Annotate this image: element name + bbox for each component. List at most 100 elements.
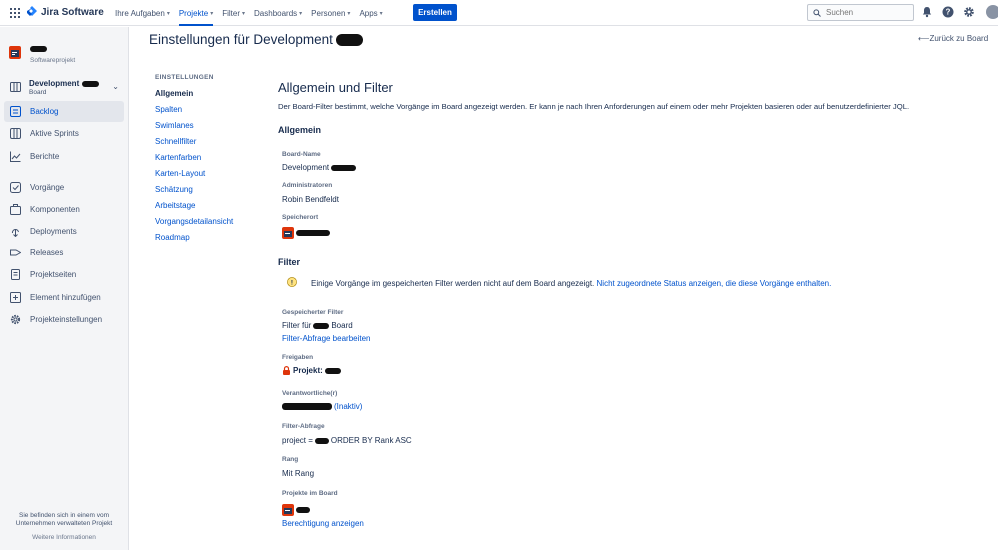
chevron-down-icon: ▾ <box>379 10 383 17</box>
settings-nav-schaetzung[interactable]: Schätzung <box>155 185 193 194</box>
board-name-value[interactable]: Development <box>282 163 357 172</box>
nav-label: Projekte <box>178 8 209 18</box>
nav-filter[interactable]: Filter ▾ <box>222 0 245 26</box>
reports-icon <box>10 151 21 162</box>
sidebar-item-issues[interactable]: Vorgänge <box>4 177 124 198</box>
chevron-down-icon: ⌄ <box>112 82 119 91</box>
rank-value: Mit Rang <box>282 469 315 478</box>
rank-label: Rang <box>282 456 299 463</box>
settings-nav-spalten[interactable]: Spalten <box>155 105 182 114</box>
owner-inactive-text[interactable]: (Inaktiv) <box>334 402 362 411</box>
gear-icon[interactable] <box>963 6 975 18</box>
settings-nav-swimlanes[interactable]: Swimlanes <box>155 121 194 130</box>
arrow-left-icon: ⟵ <box>918 34 930 43</box>
notifications-bell-icon[interactable] <box>921 6 933 18</box>
help-icon[interactable]: ? <box>942 6 954 18</box>
shares-label: Freigaben <box>282 354 314 361</box>
pages-icon <box>11 269 20 280</box>
sidebar-item-label: Deployments <box>30 227 77 236</box>
main-nav: Ihre Aufgaben ▾ Projekte ▾ Filter ▾ Dashboa… <box>115 0 392 26</box>
app-switcher-icon[interactable] <box>10 8 20 18</box>
show-unmapped-status-link[interactable]: Nicht zugeordnete Status anzeigen, die d… <box>597 279 832 288</box>
nav-dashboards[interactable]: Dashboards ▾ <box>254 0 302 26</box>
settings-nav-vorgangsdetailansicht[interactable]: Vorgangsdetailansicht <box>155 217 233 226</box>
sidebar-item-releases[interactable]: Releases <box>4 242 124 263</box>
nav-personen[interactable]: Personen ▾ <box>311 0 350 26</box>
nav-projekte[interactable]: Projekte ▾ <box>178 0 214 26</box>
sidebar-item-label: Vorgänge <box>30 183 65 192</box>
sidebar-item-components[interactable]: Komponenten <box>4 199 124 220</box>
jira-logo[interactable]: Jira Software <box>27 6 104 18</box>
sidebar-item-label: Komponenten <box>30 205 80 214</box>
redaction-mark <box>331 164 357 171</box>
sidebar-item-deployments[interactable]: Deployments <box>4 221 124 242</box>
sidebar-item-add-item[interactable]: Element hinzufügen <box>4 287 124 308</box>
board-name: Development <box>29 79 80 88</box>
warning-icon: ! <box>287 277 297 287</box>
nav-ihre-aufgaben[interactable]: Ihre Aufgaben ▾ <box>115 0 170 26</box>
shares-text: Projekt: <box>293 366 323 375</box>
edit-filter-query-link[interactable]: Filter-Abfrage bearbeiten <box>282 334 371 343</box>
board-name-text: Development <box>282 163 330 172</box>
top-navigation-bar: Jira Software Ihre Aufgaben ▾ Projekte ▾ F… <box>0 0 998 26</box>
nav-label: Filter <box>222 8 240 18</box>
product-name: Jira Software <box>41 6 104 18</box>
board-selector[interactable]: Development Board ⌄ <box>10 79 122 99</box>
sidebar-item-label: Projektseiten <box>30 270 77 279</box>
nav-label: Apps <box>359 8 378 18</box>
jira-logo-icon <box>27 6 37 16</box>
redaction-mark <box>313 322 330 329</box>
user-avatar[interactable] <box>986 5 998 19</box>
saved-filter-prefix: Filter für <box>282 321 312 330</box>
settings-nav-allgemein[interactable]: Allgemein <box>155 89 193 98</box>
settings-nav-karten-layout[interactable]: Karten-Layout <box>155 169 205 178</box>
settings-nav-kartenfarben[interactable]: Kartenfarben <box>155 153 201 162</box>
show-permission-link[interactable]: Berechtigung anzeigen <box>282 519 364 528</box>
sidebar-item-project-settings[interactable]: Projekteinstellungen <box>4 309 124 330</box>
project-header[interactable]: Softwareprojekt <box>9 46 75 64</box>
search-box[interactable] <box>807 4 914 21</box>
redaction-mark <box>314 437 329 444</box>
nav-label: Ihre Aufgaben <box>115 8 165 18</box>
sidebar-item-project-pages[interactable]: Projektseiten <box>4 264 124 285</box>
settings-nav-schnellfilter[interactable]: Schnellfilter <box>155 137 196 146</box>
sidebar-item-reports[interactable]: Berichte <box>4 146 124 167</box>
redaction-mark <box>82 80 100 87</box>
project-avatar-icon <box>282 504 294 516</box>
admins-label: Administratoren <box>282 182 333 189</box>
sidebar-item-label: Element hinzufügen <box>30 293 101 302</box>
settings-nav-arbeitstage[interactable]: Arbeitstage <box>155 201 195 210</box>
backlog-icon <box>10 106 21 117</box>
sidebar-item-sprints[interactable]: Aktive Sprints <box>4 123 124 144</box>
managed-project-note: Sie befinden sich in einem vom Unternehm… <box>15 512 113 527</box>
search-input[interactable] <box>826 8 906 17</box>
chevron-down-icon: ▾ <box>347 10 351 17</box>
board-icon <box>10 82 21 92</box>
create-button[interactable]: Erstellen <box>413 4 457 21</box>
page-title-text: Einstellungen für Development <box>149 32 333 47</box>
nav-apps[interactable]: Apps ▾ <box>359 0 382 26</box>
settings-icon <box>10 314 21 325</box>
settings-nav-roadmap[interactable]: Roadmap <box>155 233 190 242</box>
redaction-mark <box>324 367 341 374</box>
project-avatar-icon <box>282 227 294 239</box>
search-icon <box>813 8 821 17</box>
redaction-mark <box>296 230 330 236</box>
sprints-icon <box>10 128 21 139</box>
saved-filter-suffix: Board <box>331 321 353 330</box>
project-sidebar: Softwareprojekt Development Board ⌄ Back… <box>0 27 129 550</box>
project-name-redacted <box>30 46 47 52</box>
owner-value: (Inaktiv) <box>282 402 362 411</box>
saved-filter-label: Gespeicherter Filter <box>282 309 344 316</box>
svg-text:!: ! <box>291 279 293 286</box>
sidebar-item-label: Backlog <box>30 107 59 116</box>
saved-filter-value: Filter für Board <box>282 321 353 330</box>
sidebar-item-backlog[interactable]: Backlog <box>4 101 124 122</box>
learn-more-link[interactable]: Weitere Informationen <box>0 534 128 541</box>
back-link-label: Zurück zu Board <box>929 34 989 43</box>
chevron-down-icon: ▾ <box>299 10 303 17</box>
back-to-board-link[interactable]: ⟵Zurück zu Board <box>918 34 988 43</box>
chevron-down-icon: ▾ <box>210 10 214 17</box>
add-item-icon <box>10 292 21 303</box>
query-suffix: ORDER BY Rank ASC <box>330 436 412 445</box>
